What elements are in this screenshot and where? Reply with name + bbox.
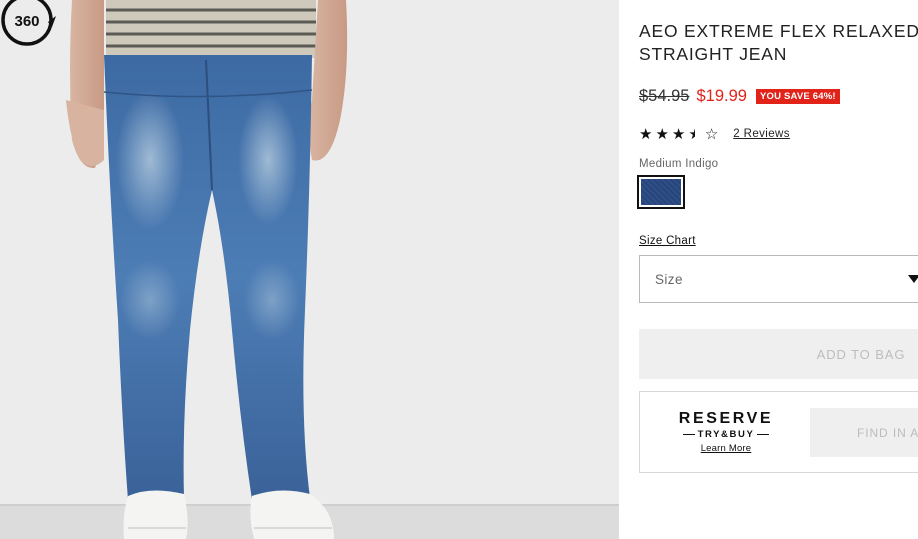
jeans-model-photo xyxy=(0,0,619,539)
rating-row: ★ ★ ★ ★ ☆ 2 Reviews xyxy=(639,126,790,142)
reviews-link[interactable]: 2 Reviews xyxy=(733,128,790,140)
swatch-fill xyxy=(641,179,681,205)
product-title: AEO EXTREME FLEX RELAXED STRAIGHT JEAN xyxy=(639,20,918,66)
add-to-bag-button[interactable]: ADD TO BAG xyxy=(639,329,918,379)
price-row: $54.95 $19.99 YOU SAVE 64%! xyxy=(639,86,840,106)
star-full-icon: ★ xyxy=(655,125,669,143)
product-info-panel: AEO EXTREME FLEX RELAXED STRAIGHT JEAN $… xyxy=(637,0,918,539)
color-name: Medium Indigo xyxy=(639,158,719,170)
star-full-icon: ★ xyxy=(639,125,653,143)
size-chart-link[interactable]: Size Chart xyxy=(639,235,696,247)
original-price: $54.95 xyxy=(639,86,690,105)
360-view-icon[interactable]: 360 xyxy=(0,0,58,48)
product-title-line1: AEO EXTREME FLEX RELAXED xyxy=(639,21,918,41)
star-full-icon: ★ xyxy=(671,125,686,143)
product-title-line2: STRAIGHT JEAN xyxy=(639,44,788,64)
reserve-title: RESERVE xyxy=(678,410,774,427)
savings-badge: YOU SAVE 64%! xyxy=(755,88,840,104)
chevron-down-icon xyxy=(908,275,918,283)
color-swatch-medium-indigo[interactable] xyxy=(637,175,685,209)
star-half-icon: ★ xyxy=(688,125,702,143)
learn-more-link[interactable]: Learn More xyxy=(678,443,774,454)
reserve-subtitle-text: TRY&BUY xyxy=(697,429,755,440)
size-select[interactable]: Size xyxy=(639,255,918,303)
reserve-try-buy-box: RESERVE TRY&BUY Learn More FIND IN A STO… xyxy=(639,391,918,473)
star-empty-icon: ☆ xyxy=(704,125,719,143)
product-image[interactable]: 360 xyxy=(0,0,619,539)
360-label: 360 xyxy=(14,13,39,30)
add-to-bag-label: ADD TO BAG xyxy=(816,346,906,362)
size-select-label: Size xyxy=(655,272,683,287)
sale-price: $19.99 xyxy=(696,86,747,105)
divider xyxy=(682,434,695,435)
find-in-store-label: FIND IN A STORE xyxy=(857,425,918,440)
reserve-try-buy-logo: RESERVE TRY&BUY Learn More xyxy=(678,410,774,454)
divider xyxy=(757,434,770,435)
reserve-subtitle: TRY&BUY xyxy=(678,429,774,440)
find-in-store-button[interactable]: FIND IN A STORE xyxy=(810,408,918,457)
